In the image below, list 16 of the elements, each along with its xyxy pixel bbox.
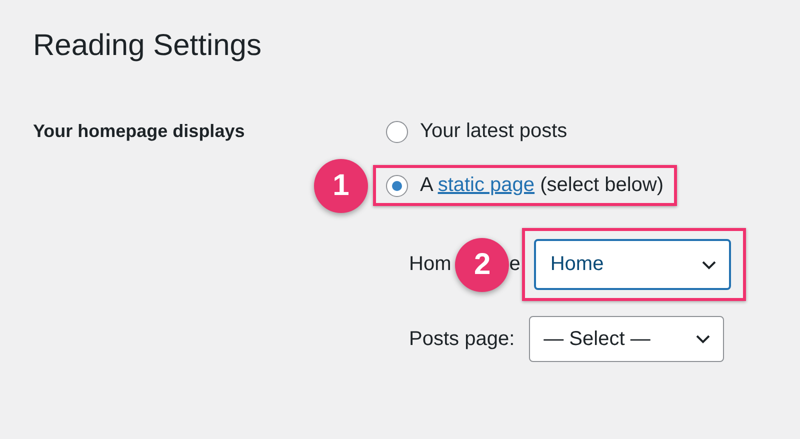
chevron-down-icon (701, 260, 718, 270)
static-page-link[interactable]: static page (438, 174, 535, 196)
option-label: Your latest posts (420, 120, 568, 143)
step-badge: 1 (314, 158, 368, 212)
field-label: Posts page: (409, 328, 515, 350)
page-title: Reading Settings (33, 28, 262, 64)
page-dropdown[interactable]: Home (534, 239, 732, 290)
page-dropdown[interactable]: — Select — (528, 316, 724, 362)
option-label: A static page (select below) (420, 174, 664, 197)
field-label: e (509, 253, 520, 275)
field-label: Hom (409, 253, 452, 275)
step-badge: 2 (455, 238, 510, 292)
radio-button[interactable] (386, 120, 408, 142)
setting-label: Your homepage displays (33, 120, 245, 143)
chevron-down-icon (694, 334, 711, 344)
radio-button[interactable] (386, 174, 408, 196)
